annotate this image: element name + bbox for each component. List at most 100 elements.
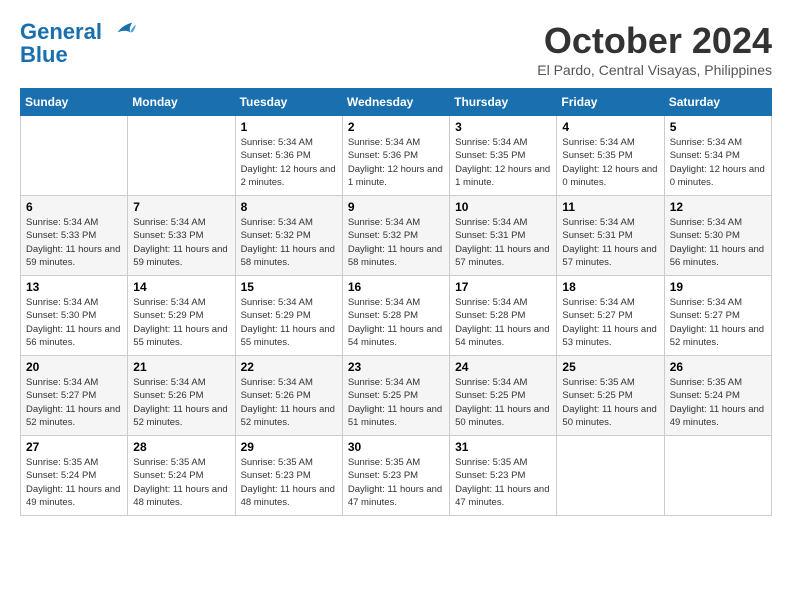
day-daylight: Daylight: 11 hours and 55 minutes.	[133, 323, 229, 350]
day-sunset: Sunset: 5:25 PM	[562, 389, 658, 402]
day-sunrise: Sunrise: 5:34 AM	[133, 216, 229, 229]
day-number: 22	[241, 360, 337, 374]
calendar-cell: 10 Sunrise: 5:34 AM Sunset: 5:31 PM Dayl…	[450, 196, 557, 276]
calendar-cell: 31 Sunrise: 5:35 AM Sunset: 5:23 PM Dayl…	[450, 436, 557, 516]
calendar-cell: 1 Sunrise: 5:34 AM Sunset: 5:36 PM Dayli…	[235, 116, 342, 196]
day-daylight: Daylight: 11 hours and 47 minutes.	[348, 483, 444, 510]
day-sunrise: Sunrise: 5:34 AM	[348, 296, 444, 309]
calendar-cell: 26 Sunrise: 5:35 AM Sunset: 5:24 PM Dayl…	[664, 356, 771, 436]
day-sunrise: Sunrise: 5:34 AM	[348, 216, 444, 229]
calendar-table: SundayMondayTuesdayWednesdayThursdayFrid…	[20, 88, 772, 516]
calendar-cell: 12 Sunrise: 5:34 AM Sunset: 5:30 PM Dayl…	[664, 196, 771, 276]
logo-text-blue: Blue	[20, 44, 138, 66]
day-sunset: Sunset: 5:34 PM	[670, 149, 766, 162]
day-number: 1	[241, 120, 337, 134]
day-sunrise: Sunrise: 5:35 AM	[455, 456, 551, 469]
day-sunrise: Sunrise: 5:34 AM	[455, 296, 551, 309]
day-sunset: Sunset: 5:35 PM	[455, 149, 551, 162]
day-number: 3	[455, 120, 551, 134]
day-number: 28	[133, 440, 229, 454]
day-number: 9	[348, 200, 444, 214]
calendar-cell: 23 Sunrise: 5:34 AM Sunset: 5:25 PM Dayl…	[342, 356, 449, 436]
day-daylight: Daylight: 11 hours and 57 minutes.	[455, 243, 551, 270]
weekday-header-monday: Monday	[128, 89, 235, 116]
day-daylight: Daylight: 11 hours and 59 minutes.	[26, 243, 122, 270]
day-daylight: Daylight: 12 hours and 0 minutes.	[562, 163, 658, 190]
day-sunrise: Sunrise: 5:35 AM	[26, 456, 122, 469]
day-daylight: Daylight: 11 hours and 54 minutes.	[455, 323, 551, 350]
day-sunrise: Sunrise: 5:34 AM	[670, 296, 766, 309]
weekday-header-saturday: Saturday	[664, 89, 771, 116]
weekday-header-tuesday: Tuesday	[235, 89, 342, 116]
day-sunrise: Sunrise: 5:35 AM	[133, 456, 229, 469]
calendar-cell: 18 Sunrise: 5:34 AM Sunset: 5:27 PM Dayl…	[557, 276, 664, 356]
calendar-cell: 7 Sunrise: 5:34 AM Sunset: 5:33 PM Dayli…	[128, 196, 235, 276]
day-number: 29	[241, 440, 337, 454]
calendar-cell: 4 Sunrise: 5:34 AM Sunset: 5:35 PM Dayli…	[557, 116, 664, 196]
day-sunrise: Sunrise: 5:35 AM	[348, 456, 444, 469]
calendar-cell	[664, 436, 771, 516]
calendar-cell: 3 Sunrise: 5:34 AM Sunset: 5:35 PM Dayli…	[450, 116, 557, 196]
day-daylight: Daylight: 11 hours and 50 minutes.	[455, 403, 551, 430]
day-number: 15	[241, 280, 337, 294]
day-sunset: Sunset: 5:33 PM	[133, 229, 229, 242]
day-sunrise: Sunrise: 5:34 AM	[455, 376, 551, 389]
day-number: 6	[26, 200, 122, 214]
day-number: 20	[26, 360, 122, 374]
day-sunrise: Sunrise: 5:34 AM	[670, 136, 766, 149]
day-daylight: Daylight: 12 hours and 2 minutes.	[241, 163, 337, 190]
calendar-cell: 21 Sunrise: 5:34 AM Sunset: 5:26 PM Dayl…	[128, 356, 235, 436]
calendar-cell: 20 Sunrise: 5:34 AM Sunset: 5:27 PM Dayl…	[21, 356, 128, 436]
day-sunset: Sunset: 5:31 PM	[562, 229, 658, 242]
day-number: 10	[455, 200, 551, 214]
day-daylight: Daylight: 12 hours and 1 minute.	[348, 163, 444, 190]
day-number: 19	[670, 280, 766, 294]
day-sunset: Sunset: 5:29 PM	[241, 309, 337, 322]
day-sunset: Sunset: 5:28 PM	[348, 309, 444, 322]
day-sunset: Sunset: 5:27 PM	[26, 389, 122, 402]
day-sunrise: Sunrise: 5:34 AM	[562, 216, 658, 229]
title-block: October 2024 El Pardo, Central Visayas, …	[537, 20, 772, 78]
day-sunset: Sunset: 5:35 PM	[562, 149, 658, 162]
day-daylight: Daylight: 11 hours and 57 minutes.	[562, 243, 658, 270]
day-number: 21	[133, 360, 229, 374]
day-number: 5	[670, 120, 766, 134]
day-sunset: Sunset: 5:24 PM	[133, 469, 229, 482]
day-daylight: Daylight: 12 hours and 0 minutes.	[670, 163, 766, 190]
calendar-cell: 15 Sunrise: 5:34 AM Sunset: 5:29 PM Dayl…	[235, 276, 342, 356]
day-sunrise: Sunrise: 5:34 AM	[241, 296, 337, 309]
day-sunrise: Sunrise: 5:34 AM	[26, 376, 122, 389]
day-daylight: Daylight: 11 hours and 52 minutes.	[670, 323, 766, 350]
day-daylight: Daylight: 11 hours and 56 minutes.	[26, 323, 122, 350]
day-sunrise: Sunrise: 5:34 AM	[133, 376, 229, 389]
day-daylight: Daylight: 12 hours and 1 minute.	[455, 163, 551, 190]
day-daylight: Daylight: 11 hours and 58 minutes.	[241, 243, 337, 270]
day-sunset: Sunset: 5:30 PM	[26, 309, 122, 322]
day-daylight: Daylight: 11 hours and 58 minutes.	[348, 243, 444, 270]
page-header: General Blue October 2024 El Pardo, Cent…	[20, 20, 772, 78]
day-daylight: Daylight: 11 hours and 50 minutes.	[562, 403, 658, 430]
calendar-cell: 16 Sunrise: 5:34 AM Sunset: 5:28 PM Dayl…	[342, 276, 449, 356]
day-sunset: Sunset: 5:25 PM	[348, 389, 444, 402]
day-daylight: Daylight: 11 hours and 59 minutes.	[133, 243, 229, 270]
calendar-cell: 24 Sunrise: 5:34 AM Sunset: 5:25 PM Dayl…	[450, 356, 557, 436]
day-number: 11	[562, 200, 658, 214]
day-daylight: Daylight: 11 hours and 48 minutes.	[133, 483, 229, 510]
calendar-cell: 27 Sunrise: 5:35 AM Sunset: 5:24 PM Dayl…	[21, 436, 128, 516]
day-sunrise: Sunrise: 5:34 AM	[455, 136, 551, 149]
day-sunrise: Sunrise: 5:34 AM	[455, 216, 551, 229]
weekday-header-friday: Friday	[557, 89, 664, 116]
day-sunrise: Sunrise: 5:35 AM	[241, 456, 337, 469]
day-daylight: Daylight: 11 hours and 52 minutes.	[241, 403, 337, 430]
calendar-cell: 5 Sunrise: 5:34 AM Sunset: 5:34 PM Dayli…	[664, 116, 771, 196]
month-title: October 2024	[537, 20, 772, 62]
weekday-header-sunday: Sunday	[21, 89, 128, 116]
day-number: 8	[241, 200, 337, 214]
day-sunrise: Sunrise: 5:34 AM	[26, 296, 122, 309]
day-sunset: Sunset: 5:33 PM	[26, 229, 122, 242]
day-sunset: Sunset: 5:29 PM	[133, 309, 229, 322]
calendar-cell: 19 Sunrise: 5:34 AM Sunset: 5:27 PM Dayl…	[664, 276, 771, 356]
day-daylight: Daylight: 11 hours and 54 minutes.	[348, 323, 444, 350]
day-daylight: Daylight: 11 hours and 52 minutes.	[26, 403, 122, 430]
day-number: 16	[348, 280, 444, 294]
